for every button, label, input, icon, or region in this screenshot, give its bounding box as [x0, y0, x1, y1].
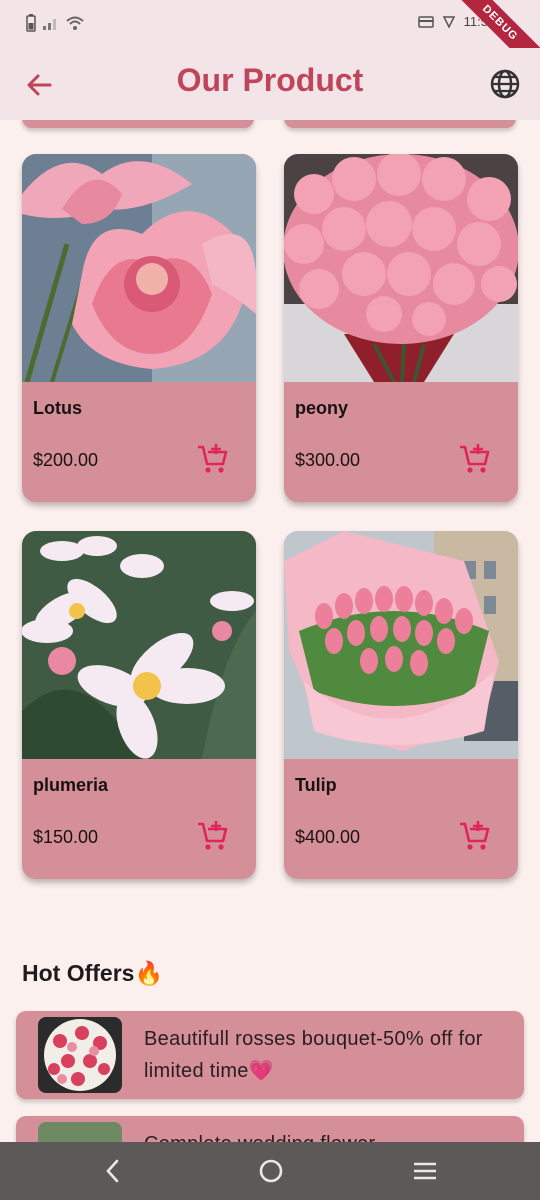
product-name: peony [295, 398, 349, 418]
product-price: $400.00 [295, 827, 361, 847]
page-title: Our Product [176, 62, 364, 98]
product-card[interactable]: Tulip $400.00 [284, 531, 518, 879]
signal-icon [43, 19, 56, 30]
product-card[interactable]: Lotus $200.00 [22, 154, 256, 502]
add-to-cart-button[interactable] [196, 442, 230, 476]
plumeria-photo [22, 531, 256, 759]
app-bar: Our Product [0, 48, 540, 120]
offer-image [38, 1122, 122, 1142]
system-navigation-bar [0, 1142, 540, 1200]
add-to-cart-button[interactable] [458, 819, 492, 853]
peony-photo [284, 154, 518, 382]
status-icons-left [26, 14, 84, 32]
previous-card-edge [284, 120, 516, 128]
nav-recents-button[interactable] [410, 1156, 440, 1186]
nav-back-icon [106, 1159, 119, 1183]
wedding-flowers-photo [38, 1122, 122, 1142]
wifi-icon [66, 16, 84, 30]
globe-icon [490, 69, 520, 99]
product-name: plumeria [33, 775, 109, 795]
add-to-cart-button[interactable] [196, 819, 230, 853]
nav-recents-icon [414, 1162, 436, 1180]
previous-card-edge [22, 120, 254, 128]
nav-back-button[interactable] [98, 1156, 128, 1186]
offer-item[interactable]: Beautifull rosses bouquet-50% off for li… [16, 1011, 524, 1099]
offer-text: Beautifull rosses bouquet-50% off for li… [144, 1028, 483, 1082]
hot-offers-title: Hot Offers🔥 [22, 960, 164, 986]
add-to-cart-button[interactable] [458, 442, 492, 476]
language-button[interactable] [488, 67, 522, 101]
product-list[interactable]: Lotus $200.00 peony $300.00 plumeria $15… [0, 120, 540, 1142]
roses-bouquet-photo [38, 1017, 122, 1093]
product-price: $200.00 [33, 450, 99, 470]
offer-text: Complete wedding flower arrangements at … [144, 1128, 484, 1142]
battery-icon [26, 14, 36, 32]
product-card[interactable]: plumeria $150.00 [22, 531, 256, 879]
add-shopping-cart-icon [198, 444, 228, 473]
product-price: $150.00 [33, 827, 99, 847]
offer-item[interactable]: Complete wedding flower arrangements at … [16, 1116, 524, 1142]
nav-home-icon [259, 1159, 283, 1183]
offer-image [38, 1017, 122, 1093]
vpn-shield-icon [442, 15, 455, 29]
status-bar: 11:5 DEBUG [0, 0, 540, 81]
add-shopping-cart-icon [198, 821, 228, 850]
add-shopping-cart-icon [460, 821, 490, 850]
product-price: $300.00 [295, 450, 361, 470]
nav-home-button[interactable] [256, 1156, 286, 1186]
product-name: Lotus [33, 398, 82, 418]
product-card[interactable]: peony $300.00 [284, 154, 518, 502]
product-name: Tulip [295, 775, 337, 795]
lotus-photo [22, 154, 256, 382]
add-shopping-cart-icon [460, 444, 490, 473]
card-icon [417, 15, 434, 28]
tulip-photo [284, 531, 518, 759]
